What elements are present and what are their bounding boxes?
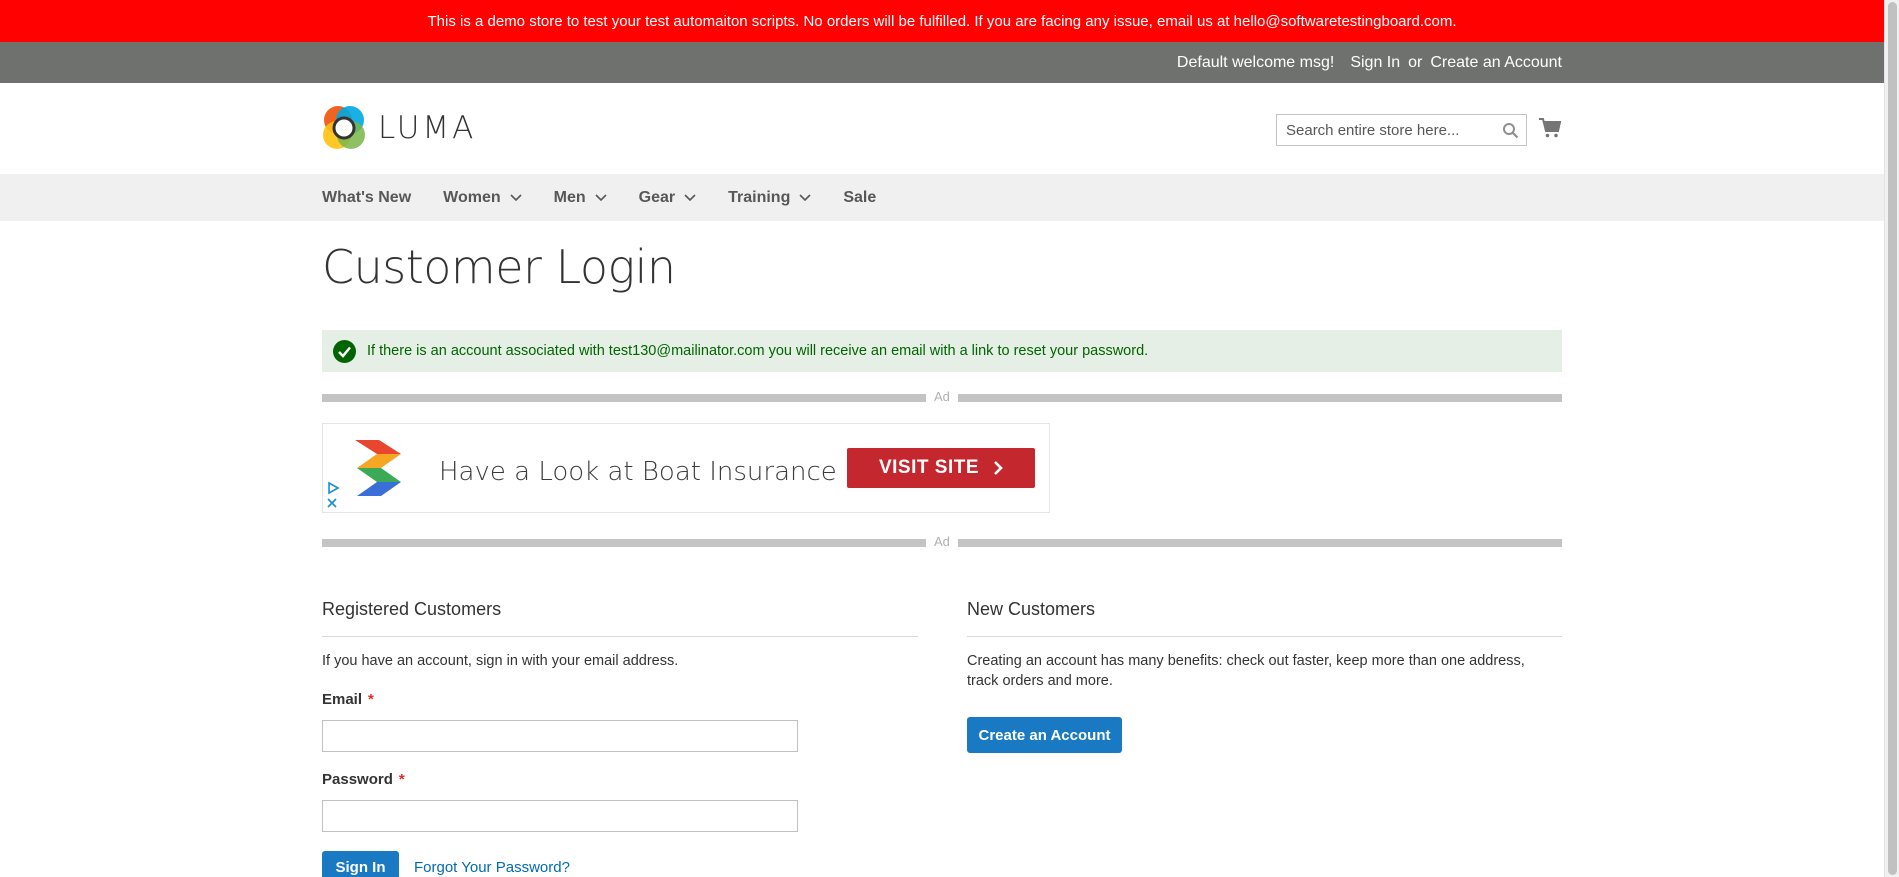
nav-item-label: Women (443, 188, 501, 206)
chevron-right-icon (994, 461, 1003, 475)
search-box (1276, 114, 1527, 146)
visit-site-label: VISIT SITE (878, 457, 980, 478)
cart-icon[interactable] (1538, 116, 1562, 140)
nav-item-label: Training (728, 188, 791, 206)
success-message: If there is an account associated with t… (322, 330, 1562, 372)
logo-text: LUMA (378, 110, 477, 146)
page-title: Customer Login (322, 240, 676, 294)
page-scrollbar[interactable] (1884, 0, 1899, 877)
nav-item-whats-new[interactable]: What's New (322, 189, 411, 207)
header-sign-in-link[interactable]: Sign In (1350, 54, 1400, 72)
store-logo[interactable]: LUMA (322, 105, 476, 151)
panel-header: Default welcome msg! Sign In or Create a… (0, 42, 1884, 83)
chevron-down-icon (684, 193, 696, 201)
password-label: Password * (322, 771, 405, 788)
nav-item-label: Sale (843, 188, 877, 206)
success-message-text: If there is an account associated with t… (367, 343, 1149, 359)
search-icon[interactable] (1502, 122, 1519, 139)
ad-separator-top: Ad (322, 389, 1562, 404)
sign-in-button[interactable]: Sign In (322, 851, 399, 877)
nav-item-gear[interactable]: Gear (639, 189, 696, 207)
registered-divider (322, 636, 918, 637)
header-or-text: or (1408, 53, 1423, 71)
chevron-down-icon (510, 193, 522, 201)
welcome-message: Default welcome msg! (1176, 53, 1335, 71)
visit-site-button[interactable]: VISIT SITE (847, 448, 1035, 488)
password-label-text: Password (322, 771, 393, 788)
forgot-password-link[interactable]: Forgot Your Password? (414, 859, 570, 876)
ad-label: Ad (934, 534, 950, 549)
ad-headline[interactable]: Have a Look at Boat Insurance (439, 457, 837, 487)
header-create-account-link[interactable]: Create an Account (1430, 54, 1562, 72)
main-navigation: What's New Women Men Gear Training Sale (0, 174, 1884, 221)
create-account-button[interactable]: Create an Account (967, 717, 1122, 753)
registered-customers-title: Registered Customers (322, 599, 502, 619)
email-label-text: Email (322, 691, 363, 708)
demo-notice-text: This is a demo store to test your test a… (427, 12, 1457, 30)
ad-separator-bottom: Ad (322, 534, 1562, 549)
check-circle-icon (333, 339, 356, 363)
new-customers-title: New Customers (967, 599, 1096, 619)
insurance-logo-icon (355, 440, 401, 496)
nav-item-women[interactable]: Women (443, 188, 522, 207)
nav-item-sale[interactable]: Sale (843, 189, 876, 207)
chevron-down-icon (799, 193, 811, 201)
advertisement-banner[interactable]: Have a Look at Boat Insurance VISIT SITE (322, 423, 1050, 513)
new-customers-divider (967, 636, 1562, 637)
scrollbar-thumb[interactable] (1888, 2, 1897, 875)
email-label: Email * (322, 691, 374, 708)
luma-logo-icon (323, 106, 365, 149)
demo-notice-bar: This is a demo store to test your test a… (0, 0, 1884, 42)
close-icon[interactable] (326, 497, 338, 509)
nav-item-label: Gear (638, 188, 676, 206)
new-customers-text: Creating an account has many benefits: c… (967, 653, 1525, 689)
search-input[interactable] (1277, 115, 1487, 145)
required-mark: * (368, 691, 374, 708)
email-field[interactable] (322, 720, 798, 752)
nav-item-label: Men (553, 188, 586, 206)
ad-label: Ad (934, 389, 950, 404)
required-mark: * (398, 771, 405, 788)
header-links: Default welcome msg! Sign In or Create a… (1177, 42, 1562, 83)
nav-item-label: What's New (322, 188, 412, 206)
ad-choices-icon[interactable] (326, 481, 340, 495)
password-field[interactable] (322, 800, 798, 832)
registered-intro: If you have an account, sign in with you… (322, 653, 679, 669)
chevron-down-icon (595, 193, 607, 201)
nav-item-training[interactable]: Training (728, 189, 811, 207)
nav-item-men[interactable]: Men (554, 189, 607, 207)
